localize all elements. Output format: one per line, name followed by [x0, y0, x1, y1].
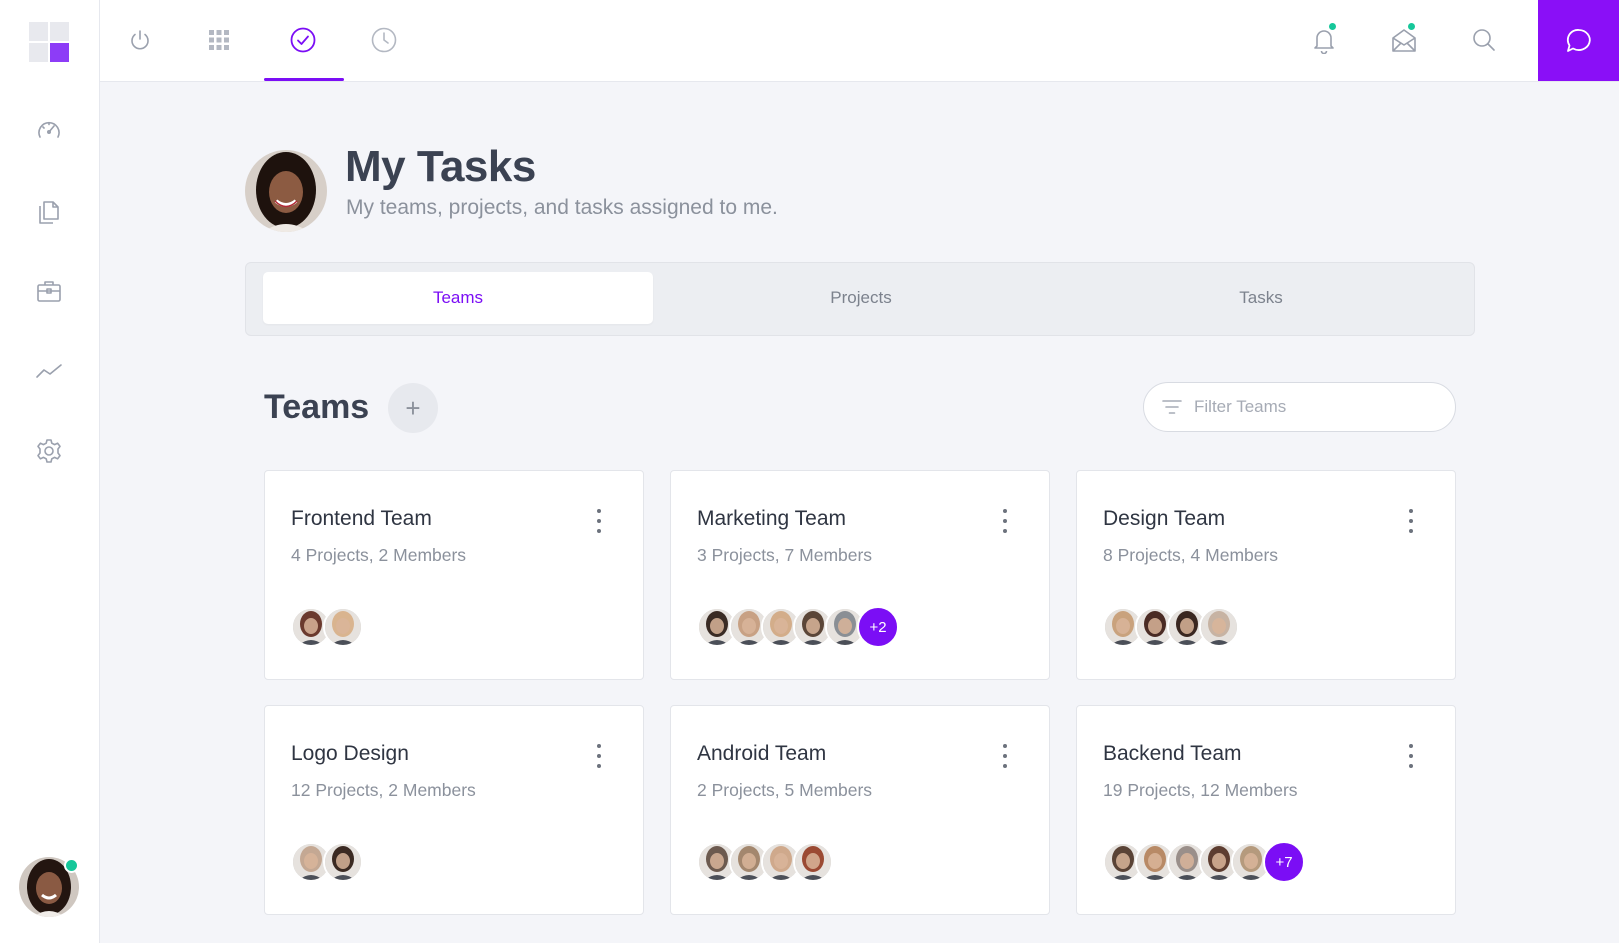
briefcase-icon[interactable]: [34, 276, 64, 306]
page-subtitle: My teams, projects, and tasks assigned t…: [346, 196, 778, 219]
add-team-button[interactable]: +: [388, 383, 438, 433]
filter-teams-field[interactable]: [1143, 382, 1456, 432]
more-options-icon[interactable]: [1407, 509, 1415, 533]
member-avatars: [697, 842, 833, 884]
chat-bubble-icon: [1566, 28, 1591, 52]
member-avatar[interactable]: [323, 607, 363, 647]
more-options-icon[interactable]: [595, 744, 603, 768]
power-icon[interactable]: [120, 22, 160, 58]
team-meta: 8 Projects, 4 Members: [1103, 545, 1279, 565]
profile-avatar: [245, 150, 327, 232]
clock-icon[interactable]: [364, 22, 404, 58]
online-status-dot: [64, 858, 79, 873]
member-avatar[interactable]: [1199, 607, 1239, 647]
more-options-icon[interactable]: [1001, 744, 1009, 768]
more-options-icon[interactable]: [1407, 744, 1415, 768]
team-name: Design Team: [1103, 507, 1226, 530]
team-name: Android Team: [697, 742, 827, 765]
team-card[interactable]: Frontend Team 4 Projects, 2 Members: [264, 470, 644, 680]
team-card[interactable]: Marketing Team 3 Projects, 7 Members +2: [670, 470, 1050, 680]
team-name: Logo Design: [291, 742, 409, 765]
search-icon[interactable]: [1464, 22, 1504, 58]
more-options-icon[interactable]: [595, 509, 603, 533]
mail-open-icon[interactable]: [1384, 22, 1424, 58]
tab-projects[interactable]: Projects: [666, 272, 1056, 324]
active-nav-indicator: [264, 78, 344, 81]
team-name: Backend Team: [1103, 742, 1242, 765]
member-avatars: [1103, 607, 1239, 649]
tab-teams[interactable]: Teams: [263, 272, 653, 324]
team-card[interactable]: Android Team 2 Projects, 5 Members: [670, 705, 1050, 915]
top-bar: [100, 0, 1619, 82]
grid-icon[interactable]: [199, 22, 239, 58]
bell-icon[interactable]: [1304, 22, 1344, 58]
trend-line-icon[interactable]: [34, 356, 64, 386]
team-meta: 19 Projects, 12 Members: [1103, 780, 1298, 800]
notification-badge: [1328, 22, 1337, 31]
member-avatars: [291, 607, 363, 649]
check-circle-icon[interactable]: [283, 22, 323, 58]
member-avatars: +7: [1103, 841, 1305, 884]
member-avatar[interactable]: [793, 842, 833, 882]
sidebar: [0, 0, 100, 943]
member-avatars: [291, 842, 363, 884]
view-tabs: Teams Projects Tasks: [245, 262, 1475, 336]
more-options-icon[interactable]: [1001, 509, 1009, 533]
documents-icon[interactable]: [34, 196, 64, 226]
filter-icon: [1162, 400, 1182, 414]
team-meta: 2 Projects, 5 Members: [697, 780, 873, 800]
speedometer-icon[interactable]: [34, 116, 64, 146]
app-logo[interactable]: [29, 22, 69, 62]
team-card[interactable]: Logo Design 12 Projects, 2 Members: [264, 705, 644, 915]
gear-icon[interactable]: [34, 436, 64, 466]
team-name: Frontend Team: [291, 507, 432, 530]
team-meta: 4 Projects, 2 Members: [291, 545, 467, 565]
section-title: Teams: [264, 388, 370, 426]
team-name: Marketing Team: [697, 507, 847, 530]
more-members-badge[interactable]: +2: [857, 606, 899, 648]
team-meta: 12 Projects, 2 Members: [291, 780, 476, 800]
more-members-badge[interactable]: +7: [1263, 841, 1305, 883]
member-avatar[interactable]: [323, 842, 363, 882]
tab-tasks[interactable]: Tasks: [1066, 272, 1456, 324]
message-badge: [1407, 22, 1416, 31]
chat-button[interactable]: [1538, 0, 1619, 81]
team-card[interactable]: Design Team 8 Projects, 4 Members: [1076, 470, 1456, 680]
team-card[interactable]: Backend Team 19 Projects, 12 Members +7: [1076, 705, 1456, 915]
filter-teams-input[interactable]: [1194, 397, 1424, 417]
team-meta: 3 Projects, 7 Members: [697, 545, 873, 565]
page-title: My Tasks: [345, 142, 536, 191]
member-avatars: +2: [697, 606, 899, 649]
